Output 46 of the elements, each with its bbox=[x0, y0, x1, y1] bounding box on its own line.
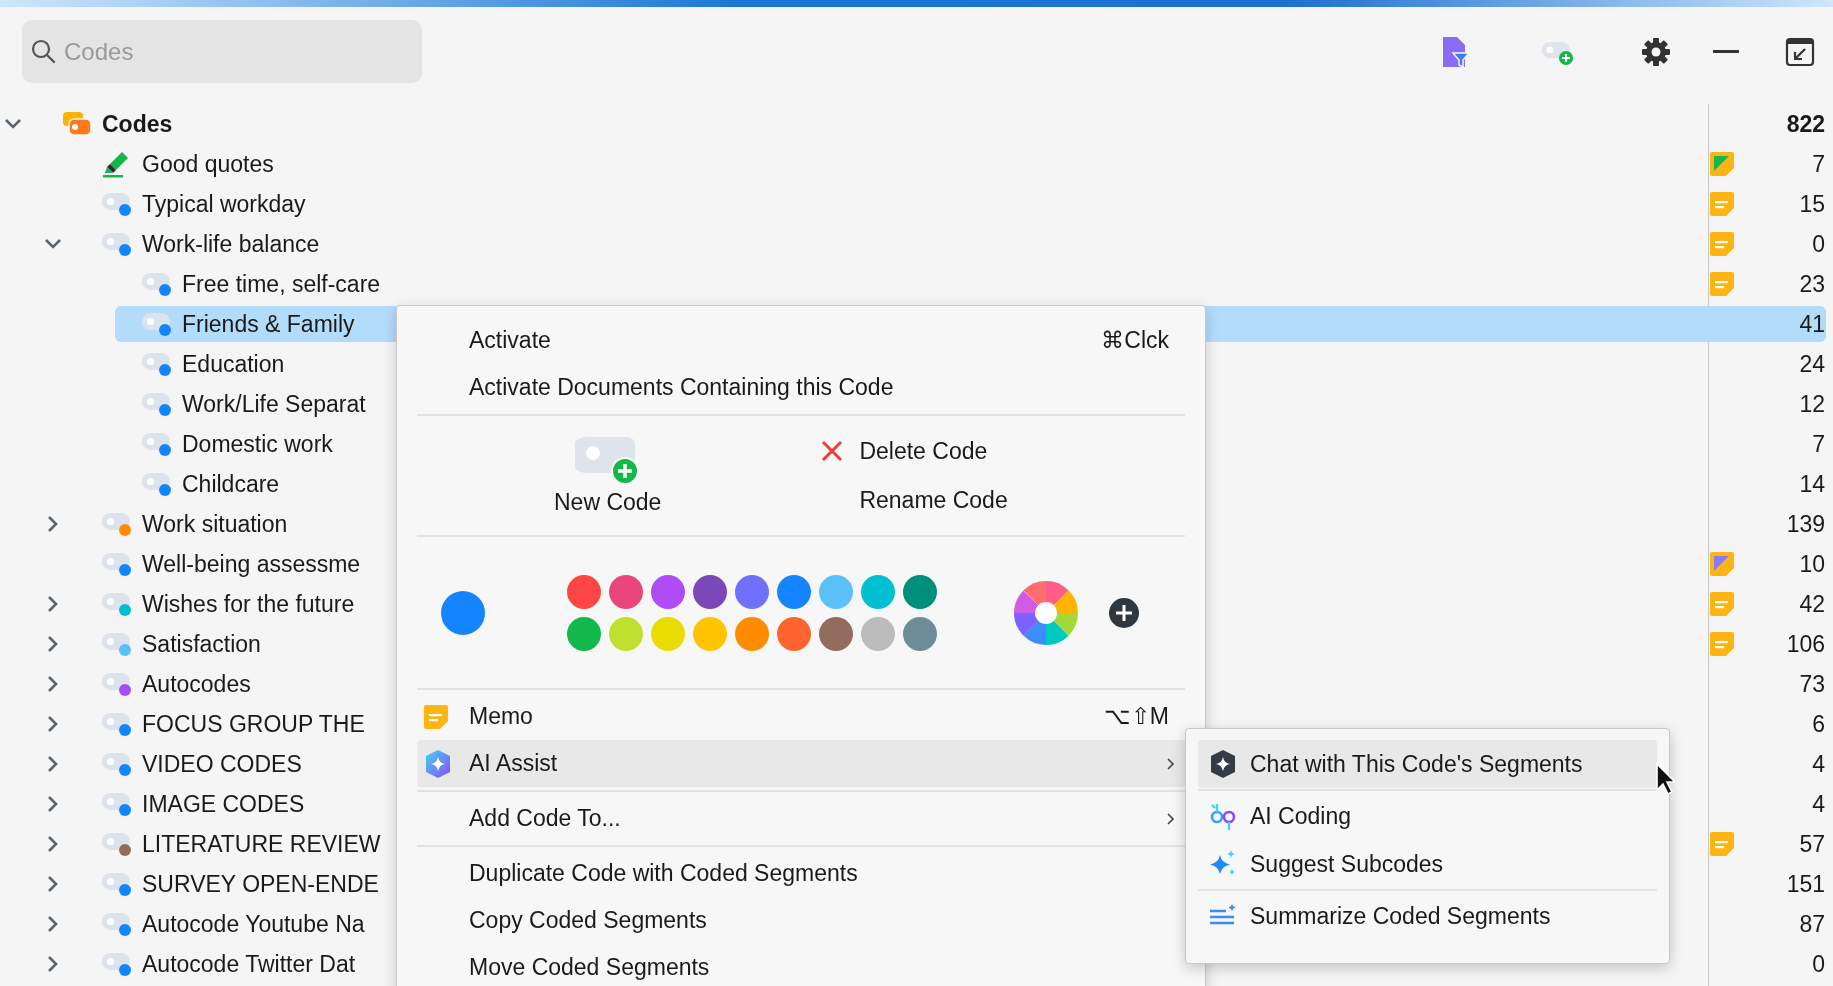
code-name: Education bbox=[182, 350, 285, 378]
code-name: Wishes for the future bbox=[142, 590, 355, 618]
code-name: Free time, self-care bbox=[182, 270, 381, 298]
code-name: Autocodes bbox=[142, 670, 251, 698]
count: 139 bbox=[1785, 510, 1826, 538]
count: 42 bbox=[1798, 590, 1826, 618]
code-name: Codes bbox=[102, 110, 173, 138]
code-name: Friends & Family bbox=[182, 310, 355, 338]
code-name: LITERATURE REVIEW bbox=[142, 830, 381, 858]
count: 6 bbox=[1811, 710, 1826, 738]
count: 87 bbox=[1798, 910, 1826, 938]
shortcut: ⌥⇧M bbox=[1103, 703, 1170, 730]
code-name: Work-life balance bbox=[142, 230, 320, 258]
count: 7 bbox=[1811, 150, 1826, 178]
code-name: Domestic work bbox=[182, 430, 333, 458]
count: 7 bbox=[1811, 430, 1826, 458]
count: 4 bbox=[1811, 790, 1826, 818]
shortcut: ⌘Clck bbox=[1101, 327, 1170, 354]
count: 0 bbox=[1811, 950, 1826, 978]
count: 4 bbox=[1811, 750, 1826, 778]
count: 14 bbox=[1798, 470, 1826, 498]
count: 41 bbox=[1798, 310, 1826, 338]
code-name: Autocode Twitter Dat bbox=[142, 950, 356, 978]
code-name: Childcare bbox=[182, 470, 280, 498]
code-name: Well-being assessme bbox=[142, 550, 361, 578]
code-name: FOCUS GROUP THE bbox=[142, 710, 365, 738]
count: 23 bbox=[1798, 270, 1826, 298]
count: 10 bbox=[1798, 550, 1826, 578]
code-name: VIDEO CODES bbox=[142, 750, 302, 778]
code-name: Work/Life Separat bbox=[182, 390, 366, 418]
count: 822 bbox=[1785, 110, 1826, 138]
count: 106 bbox=[1785, 630, 1826, 658]
count: 151 bbox=[1785, 870, 1826, 898]
code-name: Typical workday bbox=[142, 190, 306, 218]
count: 24 bbox=[1798, 350, 1826, 378]
code-name: IMAGE CODES bbox=[142, 790, 305, 818]
count: 73 bbox=[1798, 670, 1826, 698]
code-name: Work situation bbox=[142, 510, 288, 538]
count: 12 bbox=[1798, 390, 1826, 418]
count: 0 bbox=[1811, 230, 1826, 258]
count: 15 bbox=[1798, 190, 1826, 218]
code-name: Autocode Youtube Na bbox=[142, 910, 365, 938]
code-name: Good quotes bbox=[142, 150, 274, 178]
code-name: SURVEY OPEN-ENDE bbox=[142, 870, 379, 898]
code-name: Satisfaction bbox=[142, 630, 261, 658]
count: 57 bbox=[1798, 830, 1826, 858]
